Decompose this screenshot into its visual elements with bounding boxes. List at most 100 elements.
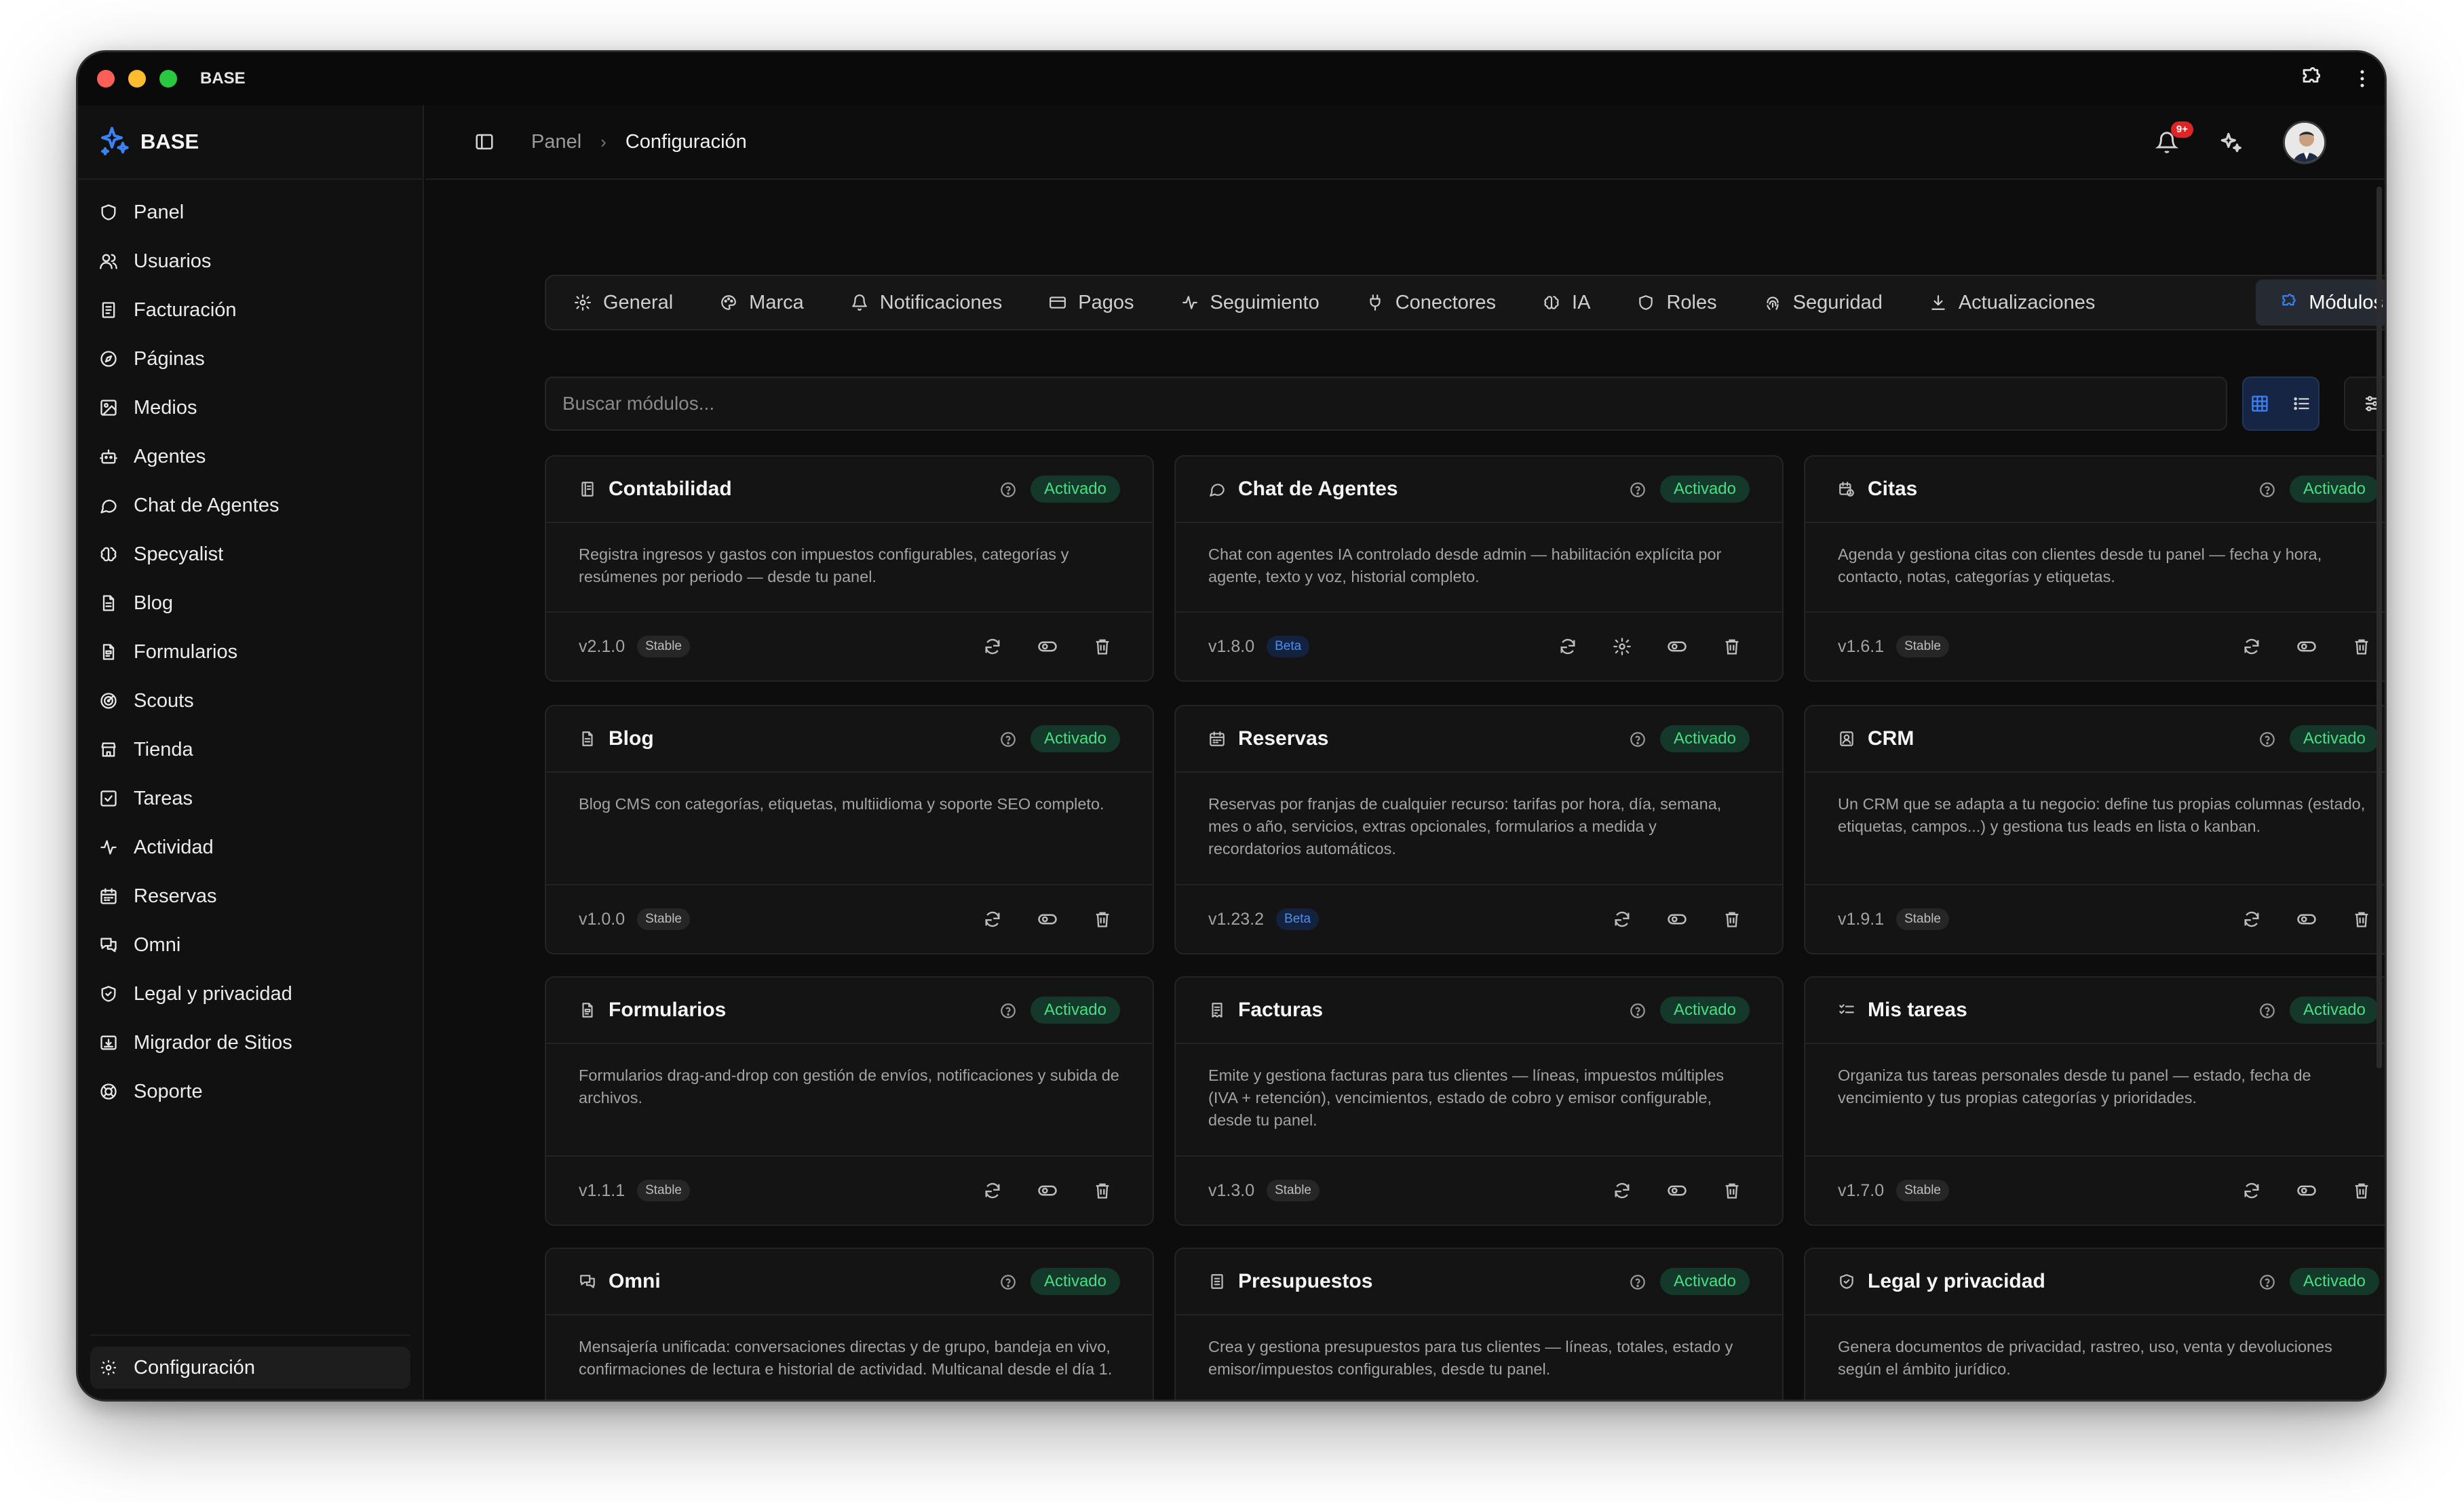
refresh-icon[interactable] — [1613, 1181, 1632, 1200]
toggle-icon[interactable] — [1037, 909, 1058, 929]
tab-conectores[interactable]: Conectores — [1343, 280, 1519, 326]
module-card[interactable]: Facturas Activado Emite y gestiona factura… — [1174, 976, 1784, 1226]
refresh-icon[interactable] — [983, 1181, 1002, 1200]
tab-general[interactable]: General — [550, 280, 696, 326]
module-card[interactable]: CRM Activado Un CRM que se adapta a tu neg… — [1804, 705, 2385, 955]
module-card[interactable]: Presupuestos Activado Crea y gestiona pres… — [1174, 1248, 1784, 1400]
help-icon[interactable] — [999, 1002, 1017, 1020]
help-icon[interactable] — [2258, 1273, 2276, 1291]
module-card[interactable]: Citas Activado Agenda y gestiona citas con… — [1804, 455, 2385, 682]
sidebar-item-soporte[interactable]: Soporte — [78, 1067, 423, 1116]
toggle-icon[interactable] — [2296, 636, 2317, 657]
sidebar-item-medios[interactable]: Medios — [78, 383, 423, 432]
module-card[interactable]: Legal y privacidad Activado Genera documen… — [1804, 1248, 2385, 1400]
refresh-icon[interactable] — [1558, 637, 1577, 656]
help-icon[interactable] — [1629, 1273, 1647, 1291]
help-icon[interactable] — [2258, 1002, 2276, 1020]
toggle-icon[interactable] — [1667, 909, 1687, 929]
tab-marca[interactable]: Marca — [696, 280, 827, 326]
toggle-icon[interactable] — [2296, 1180, 2317, 1201]
tab-ia[interactable]: IA — [1519, 280, 1613, 326]
sidebar-item-scouts[interactable]: Scouts — [78, 676, 423, 725]
trash-icon[interactable] — [2352, 910, 2371, 929]
trash-icon[interactable] — [1093, 637, 1112, 656]
sidebar-item-migrador-de-sitios[interactable]: Migrador de Sitios — [78, 1018, 423, 1067]
sidebar-item-panel[interactable]: Panel — [78, 188, 423, 237]
sidebar-item-usuarios[interactable]: Usuarios — [78, 237, 423, 286]
refresh-icon[interactable] — [983, 910, 1002, 929]
extensions-icon[interactable] — [2299, 67, 2322, 90]
refresh-icon[interactable] — [983, 637, 1002, 656]
refresh-icon[interactable] — [2242, 1181, 2261, 1200]
search-input[interactable] — [562, 393, 2226, 415]
refresh-icon[interactable] — [2242, 910, 2261, 929]
help-icon[interactable] — [999, 1273, 1017, 1291]
tab-actualizaciones[interactable]: Actualizaciones — [1906, 280, 2119, 326]
module-card[interactable]: Chat de Agentes Activado Chat con agentes … — [1174, 455, 1784, 682]
tab-label: General — [603, 291, 674, 313]
sidebar-item-chat-de-agentes[interactable]: Chat de Agentes — [78, 481, 423, 530]
module-card[interactable]: Contabilidad Activado Registra ingresos y … — [545, 455, 1154, 682]
sidebar-item-formularios[interactable]: Formularios — [78, 628, 423, 676]
trash-icon[interactable] — [2352, 637, 2371, 656]
list-view-icon[interactable] — [2292, 394, 2311, 413]
help-icon[interactable] — [999, 481, 1017, 499]
tab-notificaciones[interactable]: Notificaciones — [827, 280, 1026, 326]
module-card[interactable]: Blog Activado Blog CMS con categorías, eti… — [545, 705, 1154, 955]
minimize-window-button[interactable] — [128, 70, 146, 88]
module-card[interactable]: Omni Activado Mensajería unificada: conver… — [545, 1248, 1154, 1400]
gear-icon[interactable] — [1613, 637, 1632, 656]
toggle-icon[interactable] — [1037, 1180, 1058, 1201]
sidebar-item-tienda[interactable]: Tienda — [78, 725, 423, 774]
sidebar-item-agentes[interactable]: Agentes — [78, 432, 423, 481]
breadcrumb-panel[interactable]: Panel — [531, 131, 581, 153]
more-vertical-icon[interactable] — [2359, 69, 2366, 89]
avatar[interactable] — [2283, 121, 2326, 164]
help-icon[interactable] — [2258, 731, 2276, 748]
toggle-icon[interactable] — [1037, 636, 1058, 657]
sidebar-item-facturación[interactable]: Facturación — [78, 286, 423, 334]
trash-icon[interactable] — [1093, 910, 1112, 929]
grid-view-icon[interactable] — [2250, 394, 2269, 413]
help-icon[interactable] — [1629, 481, 1647, 499]
sidebar-toggle-icon[interactable] — [474, 132, 495, 152]
sidebar-item-configuracion[interactable]: Configuración — [90, 1347, 410, 1389]
trash-icon[interactable] — [2352, 1181, 2371, 1200]
ai-sparkles-icon[interactable] — [2218, 130, 2244, 155]
help-icon[interactable] — [1629, 1002, 1647, 1020]
refresh-icon[interactable] — [1613, 910, 1632, 929]
sidebar-item-actividad[interactable]: Actividad — [78, 823, 423, 872]
toggle-icon[interactable] — [1667, 1180, 1687, 1201]
trash-icon[interactable] — [1722, 910, 1741, 929]
toggle-icon[interactable] — [1667, 636, 1687, 657]
scrollbar[interactable] — [2376, 187, 2382, 1068]
help-icon[interactable] — [999, 731, 1017, 748]
module-card[interactable]: Mis tareas Activado Organiza tus tareas pe… — [1804, 976, 2385, 1226]
sidebar-item-specyalist[interactable]: Specyalist — [78, 530, 423, 579]
maximize-window-button[interactable] — [159, 70, 177, 88]
refresh-icon[interactable] — [2242, 637, 2261, 656]
close-window-button[interactable] — [97, 70, 115, 88]
help-icon[interactable] — [1629, 731, 1647, 748]
trash-icon[interactable] — [1722, 637, 1741, 656]
brand[interactable]: BASE — [78, 105, 423, 180]
sidebar-item-omni[interactable]: Omni — [78, 921, 423, 969]
tab-pagos[interactable]: Pagos — [1025, 280, 1157, 326]
tab-seguridad[interactable]: Seguridad — [1740, 280, 1906, 326]
sidebar-item-tareas[interactable]: Tareas — [78, 774, 423, 823]
help-icon[interactable] — [2258, 481, 2276, 499]
module-card[interactable]: Reservas Activado Reservas por franjas de … — [1174, 705, 1784, 955]
sidebar-item-blog[interactable]: Blog — [78, 579, 423, 628]
search-box[interactable] — [545, 377, 2227, 431]
notifications-button[interactable]: 9+ — [2155, 121, 2193, 154]
tab-roles[interactable]: Roles — [1613, 280, 1739, 326]
module-card[interactable]: Formularios Activado Formularios drag-and-… — [545, 976, 1154, 1226]
trash-icon[interactable] — [1093, 1181, 1112, 1200]
toggle-icon[interactable] — [2296, 909, 2317, 929]
sidebar-item-páginas[interactable]: Páginas — [78, 334, 423, 383]
trash-icon[interactable] — [1722, 1181, 1741, 1200]
tab-módulos[interactable]: Módulos — [2256, 280, 2385, 326]
tab-seguimiento[interactable]: Seguimiento — [1157, 280, 1343, 326]
sidebar-item-reservas[interactable]: Reservas — [78, 872, 423, 921]
sidebar-item-legal-y-privacidad[interactable]: Legal y privacidad — [78, 969, 423, 1018]
